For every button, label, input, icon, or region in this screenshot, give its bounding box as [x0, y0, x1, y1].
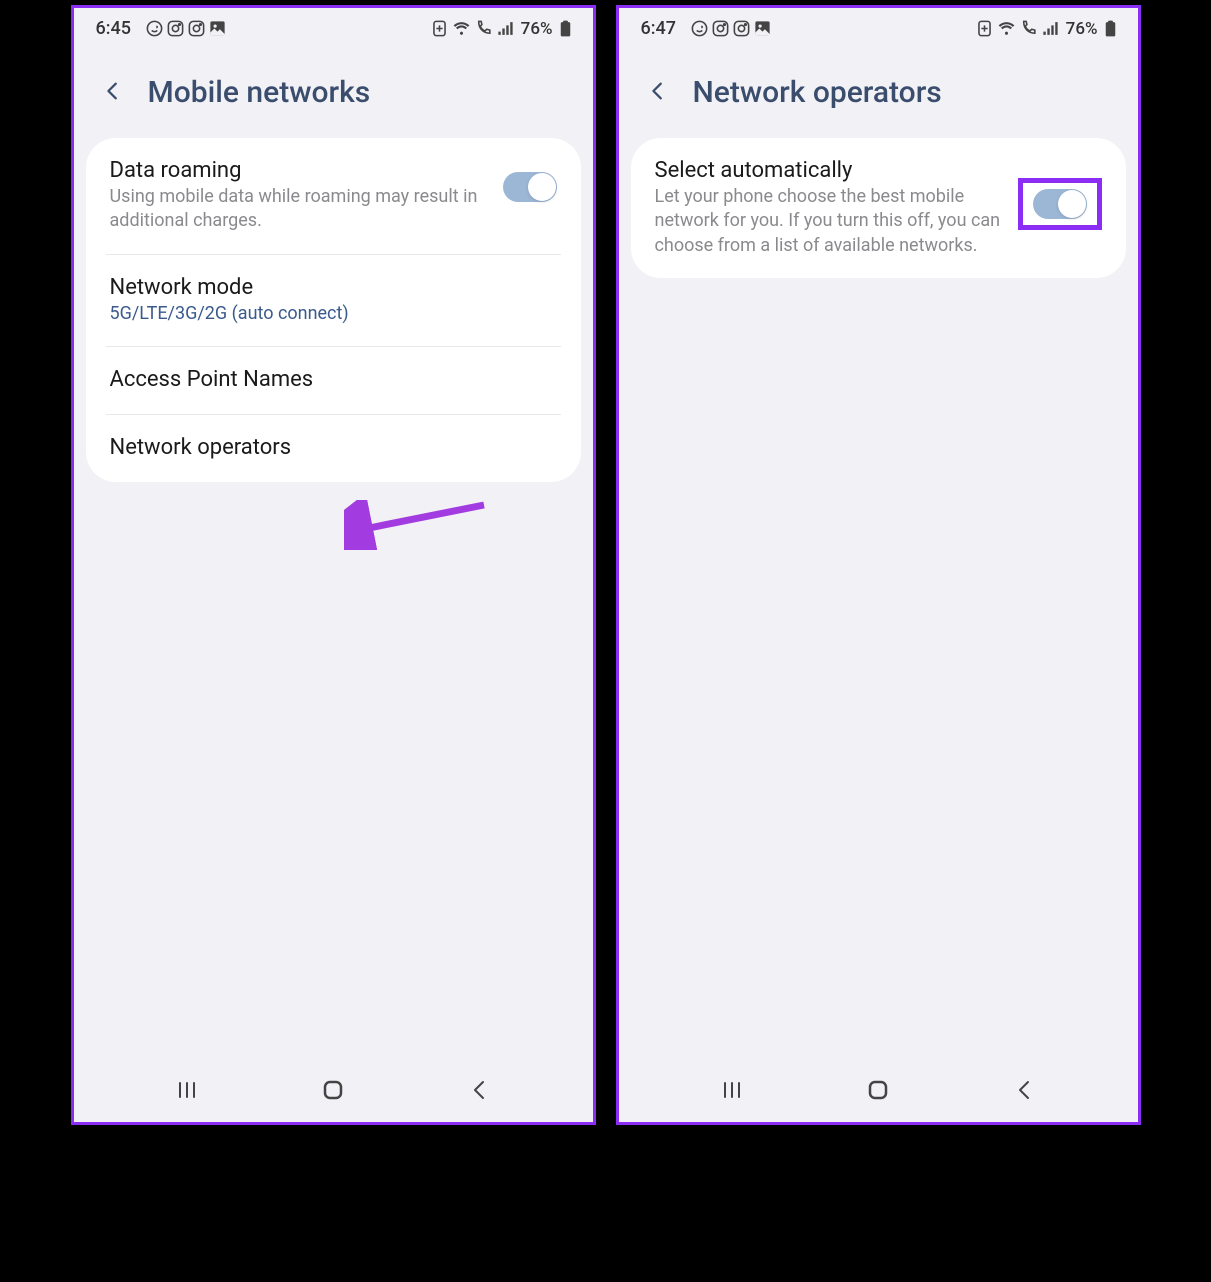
phone-screen-right: 6:47 76% Network operators Select autom [616, 5, 1141, 1125]
nav-recents-icon[interactable] [175, 1078, 199, 1106]
setting-subtitle: Using mobile data while roaming may resu… [110, 185, 495, 234]
instagram-icon [732, 19, 751, 38]
whatsapp-icon [690, 19, 709, 38]
battery-percent: 76% [1066, 19, 1098, 39]
settings-card: Data roaming Using mobile data while roa… [86, 138, 581, 482]
volte-icon [1019, 19, 1038, 38]
back-icon[interactable] [102, 80, 124, 106]
setting-network-operators[interactable]: Network operators [106, 415, 561, 482]
page-header: Mobile networks [74, 47, 593, 138]
nav-home-icon[interactable] [321, 1078, 345, 1106]
instagram-icon [711, 19, 730, 38]
setting-title: Select automatically [655, 158, 1014, 183]
nav-back-icon[interactable] [467, 1078, 491, 1106]
nav-recents-icon[interactable] [720, 1078, 744, 1106]
data-roaming-toggle[interactable] [503, 172, 557, 202]
instagram-icon [166, 19, 185, 38]
nav-back-icon[interactable] [1012, 1078, 1036, 1106]
instagram-icon [187, 19, 206, 38]
status-time: 6:45 [96, 18, 131, 39]
signal-icon [1041, 19, 1060, 38]
status-bar: 6:47 76% [619, 8, 1138, 47]
battery-percent: 76% [521, 19, 553, 39]
setting-title: Network operators [110, 435, 557, 460]
data-saver-icon [430, 19, 449, 38]
page-title: Mobile networks [148, 75, 371, 110]
gallery-icon [753, 19, 772, 38]
setting-select-automatically[interactable]: Select automatically Let your phone choo… [651, 138, 1106, 278]
annotation-highlight-box [1018, 178, 1102, 230]
data-saver-icon [975, 19, 994, 38]
signal-icon [496, 19, 515, 38]
battery-icon [556, 19, 575, 38]
wifi-icon [452, 19, 471, 38]
setting-access-point-names[interactable]: Access Point Names [106, 347, 561, 415]
select-automatically-toggle[interactable] [1033, 189, 1087, 219]
status-bar: 6:45 76% [74, 8, 593, 47]
page-header: Network operators [619, 47, 1138, 138]
nav-bar [619, 1062, 1138, 1122]
wifi-icon [997, 19, 1016, 38]
gallery-icon [208, 19, 227, 38]
settings-card: Select automatically Let your phone choo… [631, 138, 1126, 278]
setting-network-mode[interactable]: Network mode 5G/LTE/3G/2G (auto connect) [106, 255, 561, 347]
annotation-arrow-icon [344, 500, 494, 550]
setting-title: Access Point Names [110, 367, 557, 392]
volte-icon [474, 19, 493, 38]
status-time: 6:47 [641, 18, 676, 39]
setting-subtitle: 5G/LTE/3G/2G (auto connect) [110, 302, 557, 326]
nav-home-icon[interactable] [866, 1078, 890, 1106]
battery-icon [1101, 19, 1120, 38]
page-title: Network operators [693, 75, 942, 110]
setting-title: Network mode [110, 275, 557, 300]
setting-title: Data roaming [110, 158, 495, 183]
setting-data-roaming[interactable]: Data roaming Using mobile data while roa… [106, 138, 561, 255]
nav-bar [74, 1062, 593, 1122]
phone-screen-left: 6:45 76% Mobile networks Data roaming [71, 5, 596, 1125]
whatsapp-icon [145, 19, 164, 38]
setting-subtitle: Let your phone choose the best mobile ne… [655, 185, 1014, 258]
back-icon[interactable] [647, 80, 669, 106]
